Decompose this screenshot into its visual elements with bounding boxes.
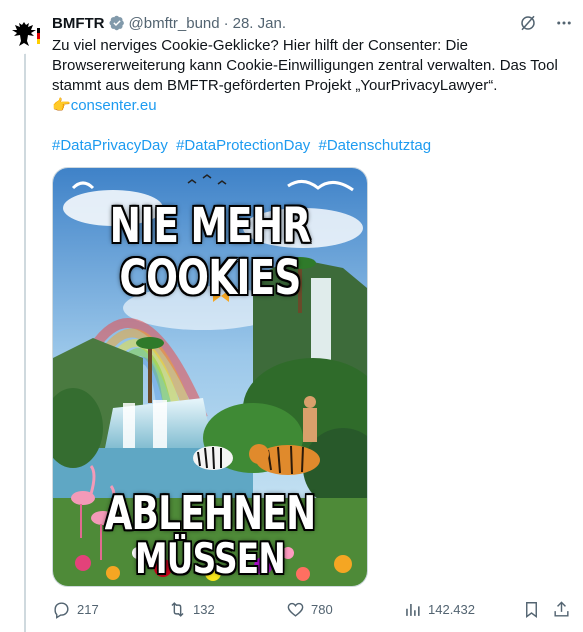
tweet-date[interactable]: 28. Jan. (233, 15, 286, 32)
verified-badge-icon (109, 15, 125, 31)
hashtag-datenschutztag[interactable]: #Datenschutztag (318, 137, 431, 154)
repost-icon (171, 601, 184, 617)
meme-top-line-1: NIE MEHR (109, 198, 311, 254)
tweet-body: Zu viel nerviges Cookie-Geklicke? Hier h… (52, 36, 564, 116)
meme-bottom-line-1: ABLEHNEN (104, 486, 317, 540)
federal-eagle-icon (12, 22, 36, 46)
like-count: 780 (311, 601, 333, 617)
reply-count: 217 (77, 601, 99, 617)
hashtag-list: #DataPrivacyDay #DataProtectionDay #Date… (52, 136, 435, 156)
hashtag-dataprivacyday[interactable]: #DataPrivacyDay (52, 137, 168, 154)
like-button[interactable]: 780 (286, 600, 333, 619)
reply-icon (54, 601, 69, 619)
views-count: 142.432 (428, 601, 475, 617)
avatar[interactable] (4, 14, 44, 54)
reply-button[interactable]: 217 (52, 600, 99, 619)
heart-icon (287, 602, 304, 617)
share-button[interactable] (552, 600, 571, 619)
header-separator: · (223, 14, 229, 32)
thread-line (24, 48, 26, 632)
flag-bar (37, 28, 40, 44)
meme-top-line-2: COOKIES (119, 250, 301, 306)
meme-image[interactable]: NIE MEHR COOKIES ABLEHNEN MÜSSEN (52, 167, 368, 587)
tweet-header: BMFTR @bmftr_bund · 28. Jan. (52, 12, 573, 34)
repost-count: 132 (193, 601, 215, 617)
hashtag-dataprotectionday[interactable]: #DataProtectionDay (176, 137, 310, 154)
meme-bottom-line-2: MÜSSEN (134, 534, 286, 583)
share-icon (554, 600, 569, 617)
action-bar: 217 132 780 142.432 (52, 598, 572, 620)
more-dots-icon[interactable] (555, 14, 573, 32)
bookmark-icon (526, 601, 537, 618)
tweet-text: Zu viel nerviges Cookie-Geklicke? Hier h… (52, 37, 558, 94)
views-button[interactable]: 142.432 (403, 600, 475, 619)
repost-button[interactable]: 132 (168, 600, 215, 619)
views-chart-icon (406, 603, 420, 616)
consenter-link[interactable]: consenter.eu (71, 97, 157, 114)
pointer-emoji: 👉 (52, 97, 71, 114)
author-name[interactable]: BMFTR (52, 15, 105, 32)
author-handle[interactable]: @bmftr_bund (129, 15, 220, 32)
grok-icon[interactable] (519, 14, 537, 32)
bookmark-button[interactable] (522, 600, 541, 619)
